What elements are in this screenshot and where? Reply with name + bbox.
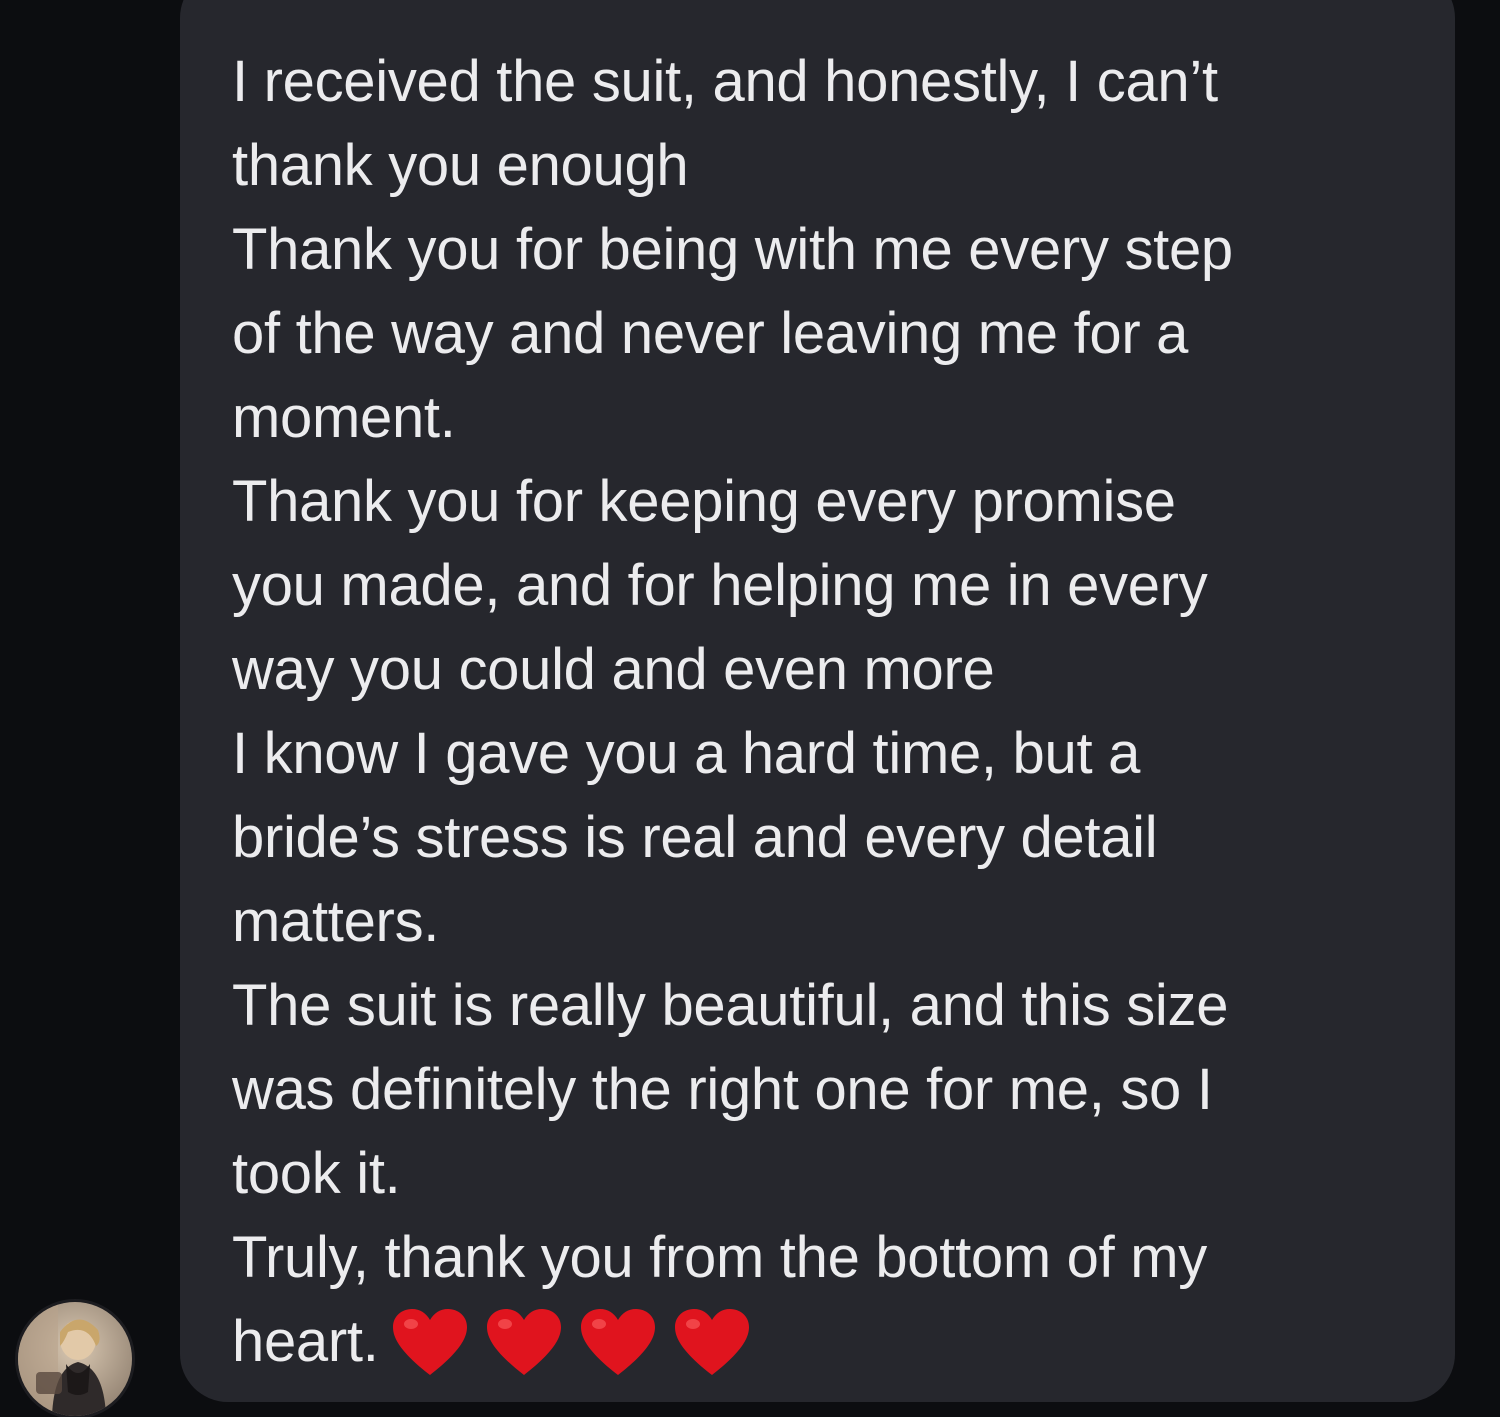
red-heart-icon — [392, 1309, 467, 1376]
user-avatar-icon — [18, 1302, 132, 1416]
message-line: Truly, thank you from the bottom of my — [232, 1225, 1207, 1290]
message-line: The suit is really beautiful, and this s… — [232, 973, 1229, 1038]
message-bubble[interactable]: I received the suit, and honestly, I can… — [180, 0, 1455, 1402]
red-heart-icon — [486, 1309, 561, 1376]
message-line: way you could and even more — [232, 637, 995, 702]
message-line-last: heart. — [232, 1300, 1415, 1384]
message-line: I received the suit, and honestly, I can… — [232, 49, 1218, 114]
message-line: was definitely the right one for me, so … — [232, 1057, 1213, 1122]
message-line: Thank you for being with me every step — [232, 217, 1233, 282]
message-line: heart. — [232, 1309, 379, 1374]
message-line: moment. — [232, 385, 456, 450]
message-line: matters. — [232, 889, 440, 954]
message-line: took it. — [232, 1141, 401, 1206]
emoji-group — [391, 1298, 767, 1382]
message-line: bride’s stress is real and every detail — [232, 805, 1158, 870]
red-heart-icon — [674, 1309, 749, 1376]
avatar[interactable] — [18, 1302, 132, 1416]
message-text: I received the suit, and honestly, I can… — [232, 40, 1415, 1384]
message-line: I know I gave you a hard time, but a — [232, 721, 1141, 786]
message-line: Thank you for keeping every promise — [232, 469, 1176, 534]
message-line: of the way and never leaving me for a — [232, 301, 1189, 366]
message-line: thank you enough — [232, 133, 689, 198]
message-line: you made, and for helping me in every — [232, 553, 1208, 618]
red-heart-icon — [580, 1309, 655, 1376]
